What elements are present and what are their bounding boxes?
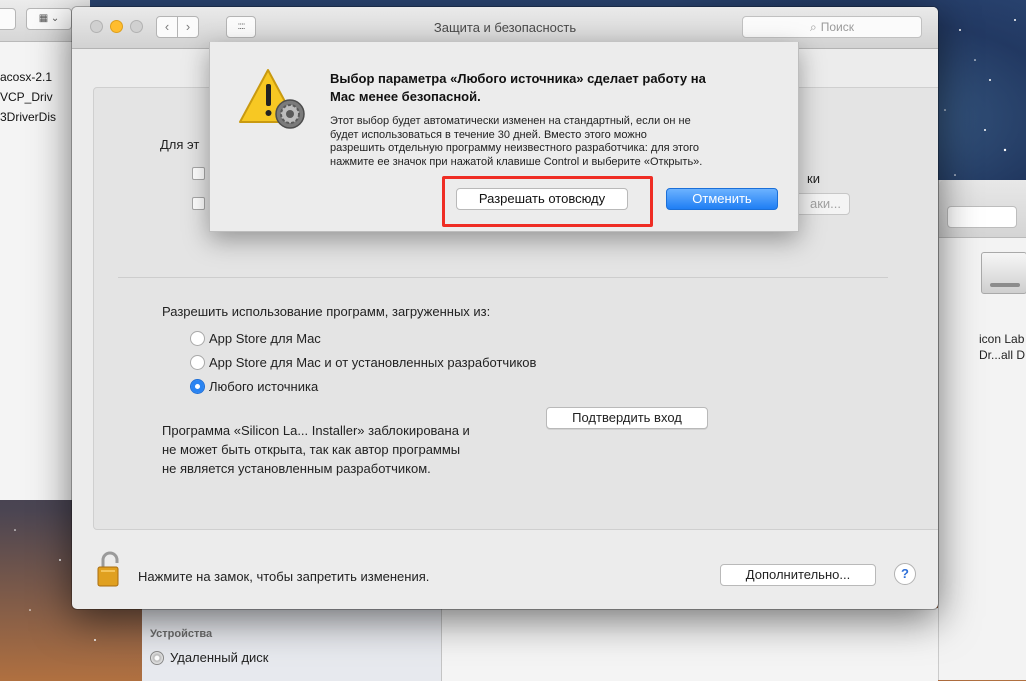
checkbox[interactable] [192,197,205,210]
alert-message-line: нажмите ее значок при нажатой клавише Co… [330,155,703,168]
search-input[interactable]: ⌕ Поиск [742,16,922,38]
blocked-line: не является установленным разработчиком. [162,461,431,476]
search-icon: ⌕ [810,20,817,34]
checkbox[interactable] [192,167,205,180]
disc-icon [150,650,164,665]
cancel-button[interactable]: Отменить [666,188,778,210]
background-finder-bottom: Устройства Удаленный диск [142,608,938,681]
radio-app-store[interactable]: App Store для Mac [190,331,321,346]
disk-icon[interactable] [981,252,1026,294]
radio-label: App Store для Mac [209,331,321,346]
sidebar-heading: Устройства [150,628,213,640]
view-options-button[interactable]: ▦ ⌄ [26,8,72,30]
alert-message-line: Этот выбор будет автоматически изменен н… [330,115,691,127]
lock-instruction: Нажмите на замок, чтобы запретить измене… [138,569,430,584]
alert-message-line: будет использоваться в течение 30 дней. … [330,128,647,141]
help-button[interactable]: ? [894,563,916,585]
blocked-line: не может быть открыта, так как автор про… [162,442,461,457]
lock-icon[interactable] [97,551,121,587]
radio-button[interactable] [190,355,205,370]
finder-toolbar [939,180,1026,238]
background-finder-window-right: icon Lab Dr...all D [938,180,1026,680]
advanced-button[interactable]: Дополнительно... [720,564,876,586]
partial-label: Для эт [160,137,200,152]
open-anyway-button[interactable]: Подтвердить вход [546,407,708,429]
radio-anywhere[interactable]: Любого источника [190,379,318,394]
alert-title: Выбор параметра «Любого источника» сдела… [330,70,780,106]
finder-toolbar-button[interactable] [0,8,16,30]
alert-title-line: Mac менее безопасной. [330,89,481,104]
radio-label: Любого источника [209,379,319,394]
finder-sidebar: Устройства Удаленный диск [142,608,442,681]
alert-message: Этот выбор будет автоматически изменен н… [330,115,790,169]
alert-message-line: разрешить отдельную программу неизвестно… [330,142,699,154]
warning-icon [239,69,305,129]
radio-button[interactable] [190,331,205,346]
disk-label: icon Lab [979,332,1025,346]
disk-label: Dr...all D [979,348,1026,362]
search-placeholder: Поиск [820,20,854,34]
divider [118,277,888,278]
partial-label: ки [807,171,820,186]
sidebar-item-remote-disc[interactable]: Удаленный диск [150,650,268,665]
radio-label: App Store для Mac и от установленных раз… [209,355,537,370]
blocked-app-message: Программа «Silicon La... Installer» забл… [162,421,542,478]
radio-button-selected[interactable] [190,379,205,394]
finder-search-field[interactable] [947,206,1017,228]
allow-apps-heading: Разрешить использование программ, загруж… [162,304,491,319]
blocked-line: Программа «Silicon La... Installer» забл… [162,423,470,438]
sidebar-item-label: Удаленный диск [170,650,269,665]
alert-title-line: Выбор параметра «Любого источника» сдела… [330,71,706,86]
highlight-box [442,176,653,227]
radio-app-store-identified[interactable]: App Store для Mac и от установленных раз… [190,355,536,370]
